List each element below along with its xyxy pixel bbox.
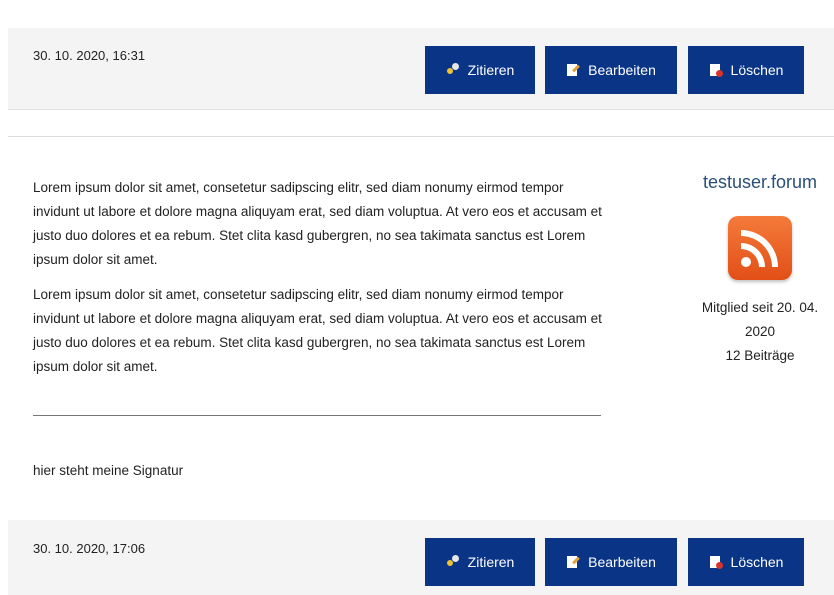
post-signature: hier steht meine Signatur	[33, 463, 184, 478]
post-paragraph: Lorem ipsum dolor sit amet, consetetur s…	[33, 287, 602, 374]
post-header: 30. 10. 2020, 17:06 Zitieren Bearbeiten …	[8, 520, 834, 595]
quote-icon	[446, 555, 460, 569]
post-count: 12 Beiträge	[725, 348, 795, 363]
delete-button-label: Löschen	[730, 554, 784, 570]
post-paragraph: Lorem ipsum dolor sit amet, consetetur s…	[33, 180, 602, 267]
quote-button-label: Zitieren	[467, 554, 515, 570]
edit-icon	[566, 63, 580, 77]
delete-button[interactable]: Löschen	[688, 46, 804, 94]
post-date: 30. 10. 2020, 17:06	[33, 541, 146, 556]
delete-icon	[709, 555, 723, 569]
post-date: 30. 10. 2020, 16:31	[33, 48, 146, 63]
edit-button[interactable]: Bearbeiten	[545, 46, 677, 94]
edit-button-label: Bearbeiten	[588, 62, 656, 78]
post-content: Lorem ipsum dolor sit amet, consetetur s…	[33, 176, 608, 390]
delete-button[interactable]: Löschen	[688, 538, 804, 586]
member-since: Mitglied seit 20. 04. 2020	[701, 300, 819, 339]
quote-button[interactable]: Zitieren	[425, 538, 535, 586]
edit-button-label: Bearbeiten	[588, 554, 656, 570]
delete-icon	[709, 63, 723, 77]
author-box: testuser.forum Mitglied seit 20. 04. 202…	[690, 166, 830, 368]
delete-button-label: Löschen	[730, 62, 784, 78]
post-header: 30. 10. 2020, 16:31 Zitieren Bearbeiten …	[8, 28, 834, 110]
forum-thread: 30. 10. 2020, 16:31 Zitieren Bearbeiten …	[0, 0, 834, 595]
author-name-link[interactable]: testuser.forum	[696, 166, 824, 198]
quote-icon	[446, 63, 460, 77]
signature-divider	[33, 415, 601, 416]
edit-icon	[566, 555, 580, 569]
post-divider	[8, 136, 834, 137]
quote-button[interactable]: Zitieren	[425, 46, 535, 94]
rss-feed-icon[interactable]	[728, 216, 792, 280]
quote-button-label: Zitieren	[467, 62, 515, 78]
edit-button[interactable]: Bearbeiten	[545, 538, 677, 586]
